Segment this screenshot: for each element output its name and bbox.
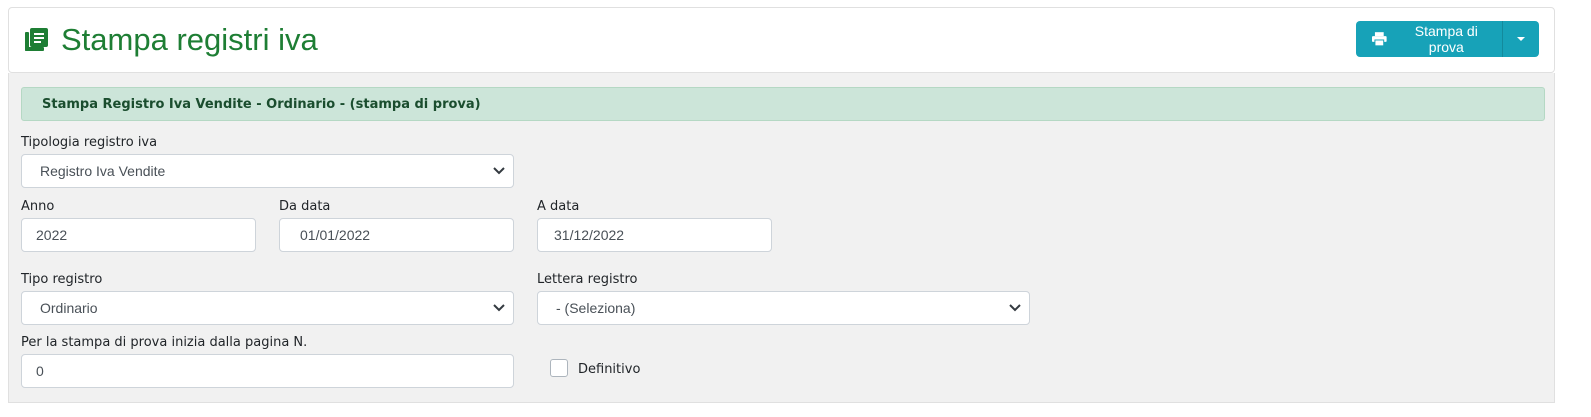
tipologia-label: Tipologia registro iva xyxy=(21,135,158,150)
chevron-down-icon xyxy=(1009,304,1021,312)
print-button-label: Stampa di prova xyxy=(1414,23,1478,55)
a-data-value: 31/12/2022 xyxy=(554,227,625,243)
anno-value: 2022 xyxy=(36,227,68,243)
lettera-registro-value: - (Seleziona) xyxy=(556,300,636,316)
status-alert: Stampa Registro Iva Vendite - Ordinario … xyxy=(21,87,1545,121)
da-data-input[interactable]: 01/01/2022 xyxy=(279,218,514,252)
pagina-input[interactable]: 0 xyxy=(21,354,514,388)
anno-input[interactable]: 2022 xyxy=(21,218,256,252)
a-data-label: A data xyxy=(537,199,580,214)
chevron-down-icon xyxy=(493,167,505,175)
da-data-value: 01/01/2022 xyxy=(300,227,371,243)
anno-label: Anno xyxy=(21,199,55,214)
lettera-registro-select[interactable]: - (Seleziona) xyxy=(537,291,1030,325)
da-data-label: Da data xyxy=(279,199,331,214)
page-title: Stampa registri iva xyxy=(61,22,318,57)
lettera-registro-label: Lettera registro xyxy=(537,272,638,287)
print-button-group: Stampa di prova xyxy=(1356,21,1539,57)
caret-down-icon xyxy=(1517,37,1525,41)
print-test-button[interactable]: Stampa di prova xyxy=(1356,21,1503,57)
form-panel: Stampa Registro Iva Vendite - Ordinario … xyxy=(8,73,1555,403)
printer-icon xyxy=(1372,32,1387,46)
tipologia-select[interactable]: Registro Iva Vendite xyxy=(21,154,514,188)
book-icon xyxy=(25,28,48,51)
definitivo-checkbox[interactable] xyxy=(550,359,568,377)
tipo-registro-value: Ordinario xyxy=(40,300,98,316)
definitivo-label[interactable]: Definitivo xyxy=(578,362,640,377)
pagina-value: 0 xyxy=(36,363,44,379)
print-dropdown-toggle[interactable] xyxy=(1503,21,1539,57)
tipo-registro-select[interactable]: Ordinario xyxy=(21,291,514,325)
pagina-label: Per la stampa di prova inizia dalla pagi… xyxy=(21,335,308,350)
chevron-down-icon xyxy=(493,304,505,312)
page-header: Stampa registri iva Stampa di prova xyxy=(8,7,1555,73)
tipo-registro-label: Tipo registro xyxy=(21,272,103,287)
a-data-input[interactable]: 31/12/2022 xyxy=(537,218,772,252)
tipologia-value: Registro Iva Vendite xyxy=(40,163,166,179)
